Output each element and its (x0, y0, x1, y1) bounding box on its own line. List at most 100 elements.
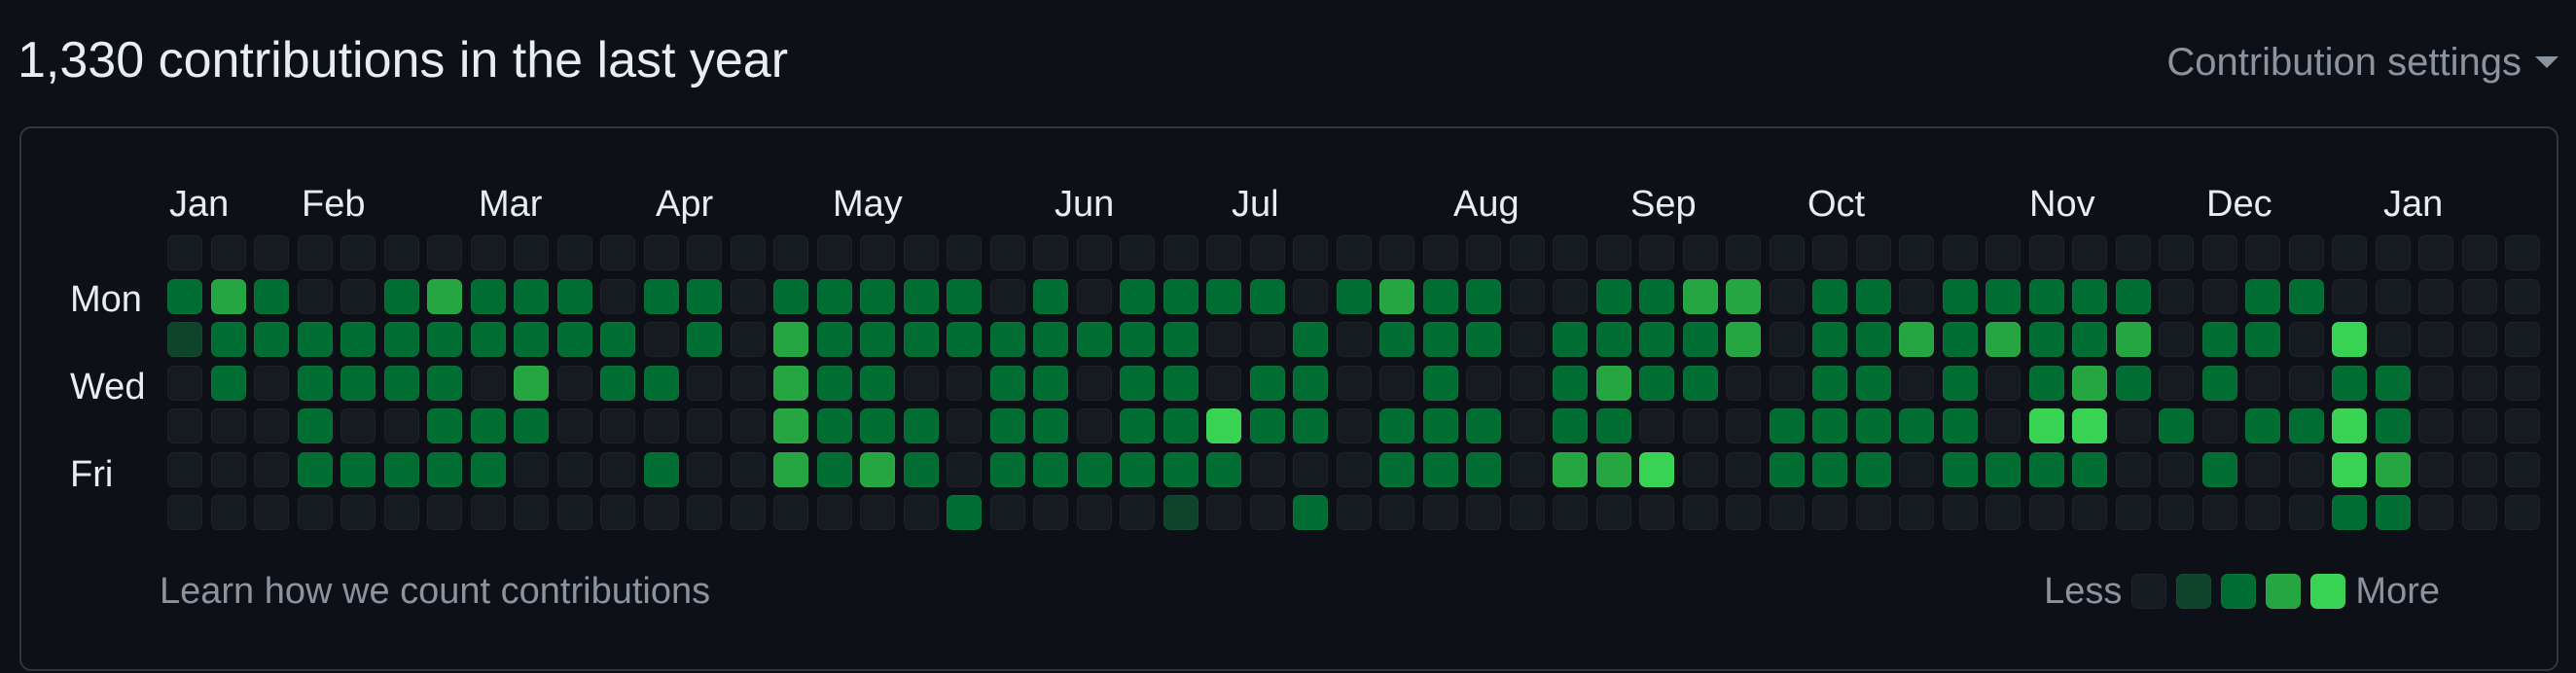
contribution-cell[interactable] (731, 495, 766, 530)
contribution-cell[interactable] (1510, 366, 1545, 401)
contribution-cell[interactable] (1379, 495, 1414, 530)
contribution-cell[interactable] (2116, 366, 2151, 401)
contribution-cell[interactable] (557, 452, 592, 487)
contribution-cell[interactable] (2376, 366, 2411, 401)
contribution-cell[interactable] (1250, 235, 1285, 270)
contribution-cell[interactable] (2072, 279, 2107, 314)
contribution-cell[interactable] (1379, 322, 1414, 357)
contribution-cell[interactable] (384, 279, 419, 314)
contribution-cell[interactable] (2202, 495, 2237, 530)
contribution-cell[interactable] (2072, 408, 2107, 443)
contribution-cell[interactable] (817, 366, 852, 401)
contribution-cell[interactable] (557, 495, 592, 530)
contribution-cell[interactable] (211, 408, 246, 443)
contribution-cell[interactable] (731, 322, 766, 357)
contribution-cell[interactable] (1293, 366, 1328, 401)
contribution-cell[interactable] (1510, 235, 1545, 270)
contribution-cell[interactable] (1510, 322, 1545, 357)
contribution-cell[interactable] (1423, 235, 1458, 270)
contribution-cell[interactable] (990, 279, 1025, 314)
contribution-cell[interactable] (1077, 452, 1112, 487)
contribution-cell[interactable] (904, 235, 939, 270)
contribution-cell[interactable] (904, 322, 939, 357)
contribution-cell[interactable] (1120, 322, 1155, 357)
contribution-cell[interactable] (1293, 495, 1328, 530)
contribution-cell[interactable] (340, 408, 376, 443)
contribution-cell[interactable] (1423, 366, 1458, 401)
contribution-cell[interactable] (990, 408, 1025, 443)
contribution-cell[interactable] (1379, 408, 1414, 443)
contribution-cell[interactable] (1510, 495, 1545, 530)
contribution-cell[interactable] (2202, 408, 2237, 443)
contribution-cell[interactable] (2376, 322, 2411, 357)
contribution-cell[interactable] (2245, 408, 2280, 443)
contribution-cell[interactable] (1120, 495, 1155, 530)
contribution-cell[interactable] (2245, 366, 2280, 401)
contribution-cell[interactable] (1899, 322, 1934, 357)
contribution-cell[interactable] (687, 235, 722, 270)
contribution-cell[interactable] (557, 322, 592, 357)
contribution-cell[interactable] (2505, 452, 2540, 487)
contribution-cell[interactable] (731, 366, 766, 401)
contribution-cell[interactable] (1337, 279, 1372, 314)
contribution-cell[interactable] (1596, 408, 1631, 443)
contribution-cell[interactable] (2072, 366, 2107, 401)
contribution-cell[interactable] (254, 408, 289, 443)
contribution-cell[interactable] (904, 452, 939, 487)
contribution-cell[interactable] (1639, 322, 1674, 357)
contribution-cell[interactable] (340, 322, 376, 357)
contribution-cell[interactable] (2289, 235, 2324, 270)
contribution-cell[interactable] (644, 322, 679, 357)
contribution-cell[interactable] (1812, 495, 1847, 530)
contribution-cell[interactable] (1812, 452, 1847, 487)
contribution-cell[interactable] (2029, 279, 2064, 314)
contribution-cell[interactable] (990, 322, 1025, 357)
contribution-cell[interactable] (2289, 322, 2324, 357)
contribution-cell[interactable] (1812, 279, 1847, 314)
contribution-cell[interactable] (167, 322, 202, 357)
contribution-cell[interactable] (1856, 495, 1891, 530)
contribution-cell[interactable] (1250, 322, 1285, 357)
contribution-cell[interactable] (2159, 235, 2194, 270)
contribution-cell[interactable] (817, 495, 852, 530)
contribution-cell[interactable] (2462, 408, 2497, 443)
contribution-cell[interactable] (384, 322, 419, 357)
contribution-cell[interactable] (773, 235, 808, 270)
contribution-cell[interactable] (557, 408, 592, 443)
contribution-cell[interactable] (2159, 279, 2194, 314)
contribution-cell[interactable] (2245, 495, 2280, 530)
contribution-cell[interactable] (1639, 366, 1674, 401)
contribution-cell[interactable] (2462, 235, 2497, 270)
contribution-cell[interactable] (2505, 279, 2540, 314)
contribution-cell[interactable] (2245, 452, 2280, 487)
contribution-cell[interactable] (1120, 279, 1155, 314)
contribution-cell[interactable] (2462, 495, 2497, 530)
contribution-cell[interactable] (1206, 279, 1241, 314)
contribution-cell[interactable] (1726, 495, 1761, 530)
contribution-cell[interactable] (471, 366, 506, 401)
contribution-cell[interactable] (773, 452, 808, 487)
contribution-cell[interactable] (860, 366, 895, 401)
contribution-cell[interactable] (1553, 322, 1588, 357)
contribution-cell[interactable] (2462, 322, 2497, 357)
contribution-cell[interactable] (254, 366, 289, 401)
contribution-cell[interactable] (990, 366, 1025, 401)
learn-how-we-count-link[interactable]: Learn how we count contributions (160, 568, 710, 615)
contribution-cell[interactable] (1639, 408, 1674, 443)
contribution-cell[interactable] (904, 366, 939, 401)
contribution-cell[interactable] (471, 495, 506, 530)
contribution-cell[interactable] (2376, 235, 2411, 270)
contribution-cell[interactable] (644, 495, 679, 530)
contribution-cell[interactable] (1639, 452, 1674, 487)
contribution-cell[interactable] (2462, 366, 2497, 401)
contribution-cell[interactable] (1510, 452, 1545, 487)
contribution-cell[interactable] (211, 495, 246, 530)
contribution-cell[interactable] (557, 279, 592, 314)
contribution-cell[interactable] (384, 408, 419, 443)
contribution-cell[interactable] (1250, 366, 1285, 401)
contribution-cell[interactable] (2245, 322, 2280, 357)
contribution-cell[interactable] (1943, 366, 1978, 401)
contribution-cell[interactable] (1943, 408, 1978, 443)
contribution-cell[interactable] (2332, 279, 2367, 314)
contribution-cell[interactable] (904, 495, 939, 530)
